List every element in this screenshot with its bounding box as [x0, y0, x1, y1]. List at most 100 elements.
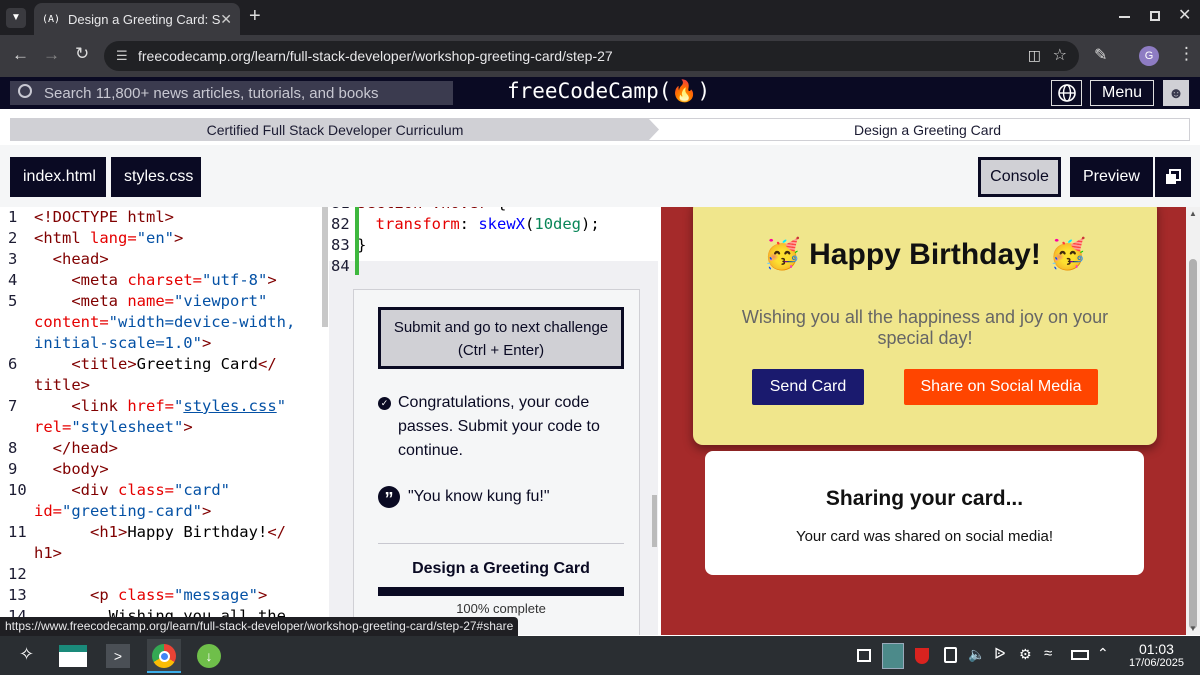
code-line: 4 <meta charset="utf-8"> — [0, 270, 326, 291]
line-number — [0, 417, 34, 438]
url-text: freecodecamp.org/learn/full-stack-develo… — [138, 48, 613, 64]
breadcrumb-project[interactable]: Design a Greeting Card — [666, 119, 1189, 140]
show-desktop-icon[interactable] — [857, 649, 871, 662]
preview-scroll-thumb[interactable] — [1189, 259, 1197, 629]
line-number — [0, 375, 34, 396]
profile-avatar[interactable]: G — [1139, 46, 1159, 66]
line-code: rel="stylesheet"> — [34, 418, 193, 436]
more-menu-icon[interactable]: ⋮ — [1178, 44, 1195, 64]
terminal-icon[interactable]: > — [106, 644, 130, 668]
code-line: 8 </head> — [0, 438, 326, 459]
chrome-icon[interactable] — [147, 639, 181, 673]
editor-scrollbar[interactable] — [322, 207, 328, 327]
browser-tab[interactable]: (A) Design a Greeting Card: Ste ✕ — [34, 3, 240, 35]
scroll-down-icon[interactable]: ▼ — [1189, 624, 1197, 633]
clock[interactable]: 01:03 17/06/2025 — [1129, 641, 1184, 669]
code-line: title> — [0, 375, 326, 396]
line-number: 12 — [8, 565, 27, 583]
congrats-message: ✓ Congratulations, your code passes. Sub… — [378, 391, 624, 463]
breadcrumb-curriculum[interactable]: Certified Full Stack Developer Curriculu… — [11, 119, 659, 140]
language-globe-icon[interactable] — [1051, 80, 1082, 106]
user-avatar[interactable]: ☻ — [1163, 80, 1189, 106]
download-app-icon[interactable]: ↓ — [197, 644, 221, 668]
back-icon[interactable]: ← — [12, 45, 29, 65]
line-code: </head> — [52, 439, 118, 457]
volume-icon[interactable]: 🔈 — [968, 646, 985, 663]
close-tab-icon[interactable]: ✕ — [220, 11, 232, 28]
quote-message: ” "You know kung fu!" — [378, 485, 624, 509]
line-number — [0, 501, 34, 522]
clock-time: 01:03 — [1138, 641, 1174, 657]
tab-index-html[interactable]: index.html — [10, 157, 106, 197]
divider — [378, 543, 624, 544]
browser-tab-strip: ▼ (A) Design a Greeting Card: Ste ✕ + ✕ — [0, 0, 1200, 35]
address-bar[interactable]: ☰ freecodecamp.org/learn/full-stack-deve… — [104, 41, 1079, 71]
progress-bar — [378, 587, 624, 596]
workspace-pager-icon[interactable] — [882, 643, 904, 669]
breadcrumb: Certified Full Stack Developer Curriculu… — [10, 118, 1190, 141]
line-code: <div class="card" — [71, 481, 230, 499]
tab-styles-css[interactable]: styles.css — [111, 157, 201, 197]
wifi-icon[interactable]: ≈ — [1044, 645, 1052, 662]
line-number: 6 — [8, 355, 18, 373]
extensions-icon[interactable]: ✎ — [1094, 45, 1107, 65]
send-card-button[interactable]: Send Card — [752, 369, 864, 405]
install-icon[interactable]: ◫ — [1028, 47, 1041, 64]
search-input[interactable]: Search 11,800+ news articles, tutorials,… — [10, 81, 453, 105]
quote-text: "You know kung fu!" — [408, 488, 550, 505]
fcc-logo[interactable]: freeCodeCamp(🔥) — [507, 79, 710, 104]
code-line: initial-scale=1.0"> — [0, 333, 326, 354]
site-info-icon[interactable]: ☰ — [116, 48, 128, 64]
clipboard-icon[interactable] — [944, 647, 957, 663]
battery-icon[interactable] — [1071, 650, 1089, 660]
line-number: 5 — [8, 292, 18, 310]
restore-icon[interactable] — [1150, 11, 1160, 21]
vpn-icon[interactable]: ⚙ — [1019, 646, 1032, 663]
line-number: 9 — [8, 460, 18, 478]
app-launcher-icon[interactable]: ✧ — [19, 644, 34, 665]
css-editor-snippet[interactable]: 81section .hover {82 transform: skewX(10… — [329, 207, 658, 275]
forward-icon[interactable]: → — [43, 45, 60, 65]
console-button[interactable]: Console — [978, 157, 1061, 197]
share-social-button[interactable]: Share on Social Media — [904, 369, 1098, 405]
shield-icon[interactable] — [915, 648, 929, 664]
line-number: 7 — [8, 397, 18, 415]
fcc-navbar: Search 11,800+ news articles, tutorials,… — [0, 77, 1200, 109]
search-placeholder: Search 11,800+ news articles, tutorials,… — [44, 84, 379, 102]
preview-scrollbar[interactable]: ▲ ▼ — [1186, 207, 1200, 635]
minimize-icon[interactable] — [1119, 16, 1130, 18]
instructions-scrollbar[interactable] — [652, 495, 657, 547]
bookmark-star-icon[interactable]: ☆ — [1053, 45, 1067, 65]
line-code: section .hover { — [357, 207, 658, 214]
close-window-icon[interactable]: ✕ — [1178, 5, 1191, 25]
code-line: id="greeting-card"> — [0, 501, 326, 522]
reload-icon[interactable]: ↻ — [75, 44, 89, 64]
line-number: 81 — [329, 207, 357, 214]
line-code: id="greeting-card"> — [34, 502, 212, 520]
menu-button[interactable]: Menu — [1090, 80, 1154, 106]
tray-expand-icon[interactable]: ⌃ — [1097, 645, 1109, 662]
task-manager-icon[interactable] — [59, 645, 87, 667]
code-line: 2 <html lang="en"> — [0, 228, 326, 249]
bluetooth-icon[interactable]: ᐉ — [994, 645, 1006, 663]
os-taskbar: ✧ > ↓ 🔈 ᐉ ⚙ ≈ ⌃ 01:03 17/06/2025 — [0, 636, 1200, 675]
line-number: 3 — [8, 250, 18, 268]
new-tab-icon[interactable]: + — [249, 5, 261, 28]
search-icon — [18, 84, 32, 98]
preview-button[interactable]: Preview — [1070, 157, 1191, 197]
tab-title: Design a Greeting Card: Ste — [68, 11, 221, 27]
line-number: 10 — [8, 481, 27, 499]
submit-next-button[interactable]: Submit and go to next challenge (Ctrl + … — [378, 307, 624, 369]
editor-tabs-bar: index.html styles.css Console Preview — [0, 145, 1200, 207]
code-line: rel="stylesheet"> — [0, 417, 326, 438]
code-editor-html[interactable]: 1 <!DOCTYPE html> 2 <html lang="en"> 3 <head… — [0, 207, 326, 635]
code-line: h1> — [0, 543, 326, 564]
popout-icon[interactable] — [1153, 157, 1191, 197]
browser-toolbar: ← → ↻ ☰ freecodecamp.org/learn/full-stac… — [0, 35, 1200, 77]
line-code: <meta charset="utf-8"> — [71, 271, 277, 289]
line-number — [0, 543, 34, 564]
line-code: <title>Greeting Card</ — [71, 355, 277, 373]
tab-list-button[interactable]: ▼ — [6, 8, 26, 28]
scroll-up-icon[interactable]: ▲ — [1189, 209, 1197, 218]
user-avatar-icon: ☻ — [1168, 84, 1184, 102]
